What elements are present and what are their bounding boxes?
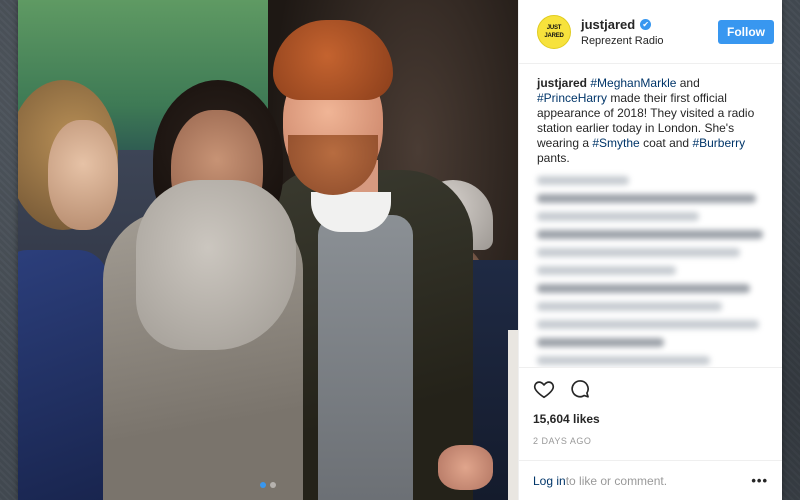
login-prompt: Log in to like or comment. •••: [519, 460, 782, 500]
instagram-post: JUST JARED justjared ✔ Reprezent Radio F…: [18, 0, 782, 500]
photo-man-sweater: [318, 215, 413, 500]
hashtag-link[interactable]: #MeghanMarkle: [590, 76, 676, 90]
blurred-comment-line: [537, 194, 757, 203]
carousel-indicator: [18, 482, 518, 488]
blurred-comment-line: [537, 248, 741, 257]
blurred-comment-line: [537, 266, 676, 275]
blurred-comment-line: [537, 302, 722, 311]
more-options-button[interactable]: •••: [751, 473, 768, 488]
post-timestamp[interactable]: 2 DAYS AGO: [533, 436, 768, 446]
post-header: JUST JARED justjared ✔ Reprezent Radio F…: [519, 0, 782, 64]
avatar[interactable]: JUST JARED: [537, 14, 571, 49]
avatar-text-top: JUST: [546, 24, 562, 31]
photo-man-collar: [311, 192, 391, 232]
carousel-dot: [270, 482, 276, 488]
post-actions: 15,604 likes 2 DAYS AGO: [519, 368, 782, 446]
blurred-comment-line: [537, 284, 750, 293]
username-link[interactable]: justjared: [581, 17, 635, 32]
comments-section: justjared #MeghanMarkle and #PrinceHarry…: [519, 64, 782, 368]
blurred-comment-line: [537, 356, 711, 365]
heart-icon[interactable]: [533, 378, 555, 400]
caption-username[interactable]: justjared: [537, 76, 587, 90]
blurred-comments: [537, 176, 768, 365]
likes-count[interactable]: 15,604 likes: [533, 412, 768, 426]
blurred-comment-line: [537, 212, 699, 221]
header-user-row: justjared ✔: [581, 17, 718, 32]
action-icons: [533, 376, 768, 402]
blurred-comment-line: [537, 338, 665, 347]
caption-text: coat and: [639, 136, 693, 150]
post-side-panel: JUST JARED justjared ✔ Reprezent Radio F…: [518, 0, 782, 500]
carousel-dot-active: [260, 482, 266, 488]
post-caption: justjared #MeghanMarkle and #PrinceHarry…: [537, 76, 768, 166]
header-text: justjared ✔ Reprezent Radio: [581, 17, 718, 47]
photo-right-person-sleeve: [508, 330, 518, 500]
caption-text: pants.: [537, 151, 570, 165]
follow-button[interactable]: Follow: [718, 19, 774, 44]
login-link[interactable]: Log in: [533, 474, 566, 488]
location-link[interactable]: Reprezent Radio: [581, 35, 718, 47]
photo-woman-scarf: [136, 180, 296, 350]
hashtag-link[interactable]: #Smythe: [592, 136, 639, 150]
blurred-comment-line: [537, 230, 764, 239]
post-photo[interactable]: [18, 0, 518, 500]
blurred-comment-line: [537, 176, 630, 185]
photo-left-person-face: [48, 120, 118, 230]
login-prompt-text: to like or comment.: [565, 473, 668, 488]
photo-left-person-body: [18, 250, 108, 500]
blurred-comment-line: [537, 320, 759, 329]
hashtag-link[interactable]: #Burberry: [692, 136, 745, 150]
comment-icon[interactable]: [569, 378, 591, 400]
hashtag-link[interactable]: #PrinceHarry: [537, 91, 607, 105]
avatar-text-bottom: JARED: [544, 32, 564, 39]
caption-text: and: [676, 76, 700, 90]
verified-badge-icon: ✔: [640, 18, 652, 30]
